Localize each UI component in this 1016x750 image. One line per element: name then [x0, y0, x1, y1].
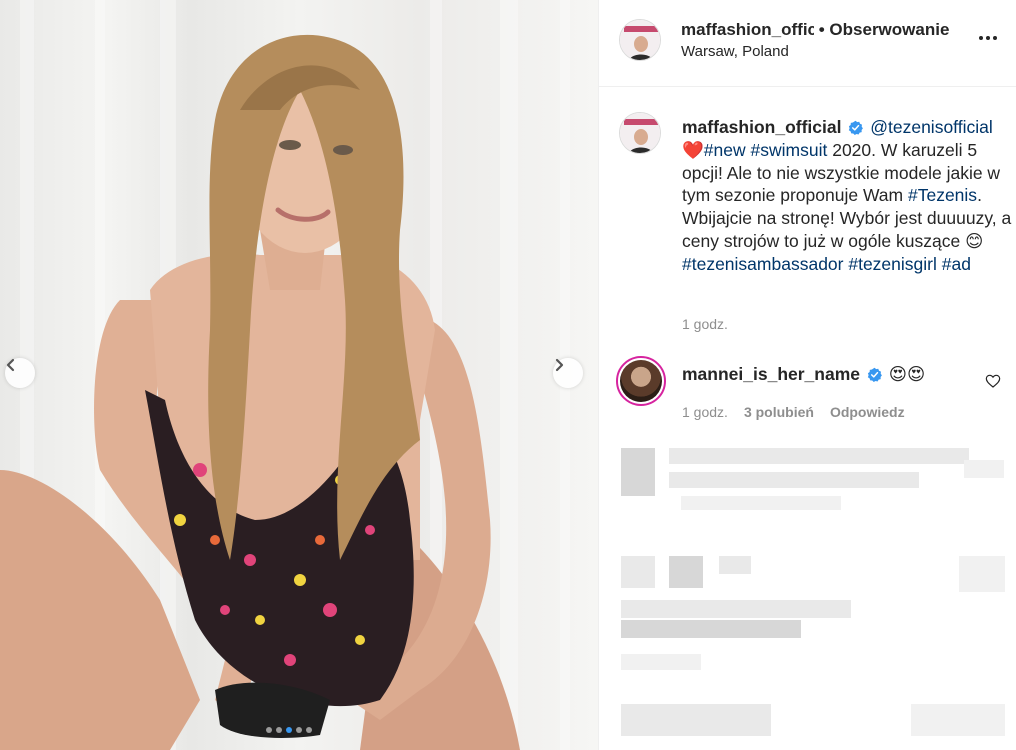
comment-likes-count[interactable]: 3 polubień — [744, 404, 814, 420]
carousel-dot — [296, 727, 302, 733]
carousel-prev-button[interactable] — [5, 358, 35, 388]
author-avatar[interactable] — [619, 19, 661, 61]
verified-badge-icon — [867, 367, 882, 382]
header-author-line: maffashion_official • Obserwowanie — [681, 20, 949, 40]
location-link[interactable]: Warsaw, Poland — [681, 43, 789, 60]
hashtag-tezenis-link[interactable]: #Tezenis — [908, 185, 977, 205]
comment-body: 😍😍 — [888, 364, 926, 384]
post-photo-illustration — [0, 0, 570, 750]
verified-badge-icon — [849, 120, 864, 135]
like-comment-heart-icon[interactable] — [985, 373, 1001, 389]
more-options-icon[interactable] — [979, 36, 997, 40]
caption-author-avatar[interactable] — [619, 112, 661, 154]
header-username-link[interactable]: maffashion_official — [681, 20, 814, 40]
heart-emoji: ❤️ — [682, 139, 704, 160]
follow-status-button[interactable]: Obserwowanie — [829, 20, 949, 39]
carousel-next-button[interactable] — [553, 358, 583, 388]
comment-timestamp[interactable]: 1 godz. — [682, 404, 728, 420]
avatar-image — [620, 20, 660, 60]
chevron-right-icon — [555, 358, 564, 372]
hashtag-swimsuit-link[interactable]: #swimsuit — [751, 140, 828, 160]
carousel-dot — [286, 727, 292, 733]
carousel-dot — [306, 727, 312, 733]
carousel-indicator — [266, 727, 312, 733]
chevron-left-icon — [6, 358, 15, 372]
commenter-avatar-image — [620, 360, 662, 402]
hashtag-girl-link[interactable]: #tezenisgirl — [848, 254, 937, 274]
post-caption: maffashion_official @tezenisofficial ❤️#… — [682, 116, 1012, 276]
post-photo[interactable] — [0, 0, 598, 750]
hashtag-new-link[interactable]: #new — [704, 140, 746, 160]
hashtag-ambassador-link[interactable]: #tezenisambassador — [682, 254, 843, 274]
mention-link[interactable]: @tezenisofficial — [870, 117, 993, 137]
carousel-dot — [266, 727, 272, 733]
comment: mannei_is_her_name 😍😍 — [682, 364, 925, 385]
hashtag-ad-link[interactable]: #ad — [942, 254, 971, 274]
post-header: maffashion_official • Obserwowanie Warsa… — [599, 0, 1016, 87]
header-separator: • — [818, 20, 825, 39]
caption-username-link[interactable]: maffashion_official — [682, 117, 841, 137]
commenter-avatar[interactable] — [616, 356, 666, 406]
commenter-username-link[interactable]: mannei_is_her_name — [682, 364, 860, 384]
comment-meta: 1 godz. 3 polubień Odpowiedz — [682, 404, 905, 420]
avatar-image — [620, 113, 660, 153]
reply-button[interactable]: Odpowiedz — [830, 404, 905, 420]
smile-emoji: 😊 — [965, 230, 984, 251]
post-side-panel: maffashion_official • Obserwowanie Warsa… — [598, 0, 1016, 750]
caption-timestamp[interactable]: 1 godz. — [682, 316, 728, 332]
carousel-dot — [276, 727, 282, 733]
